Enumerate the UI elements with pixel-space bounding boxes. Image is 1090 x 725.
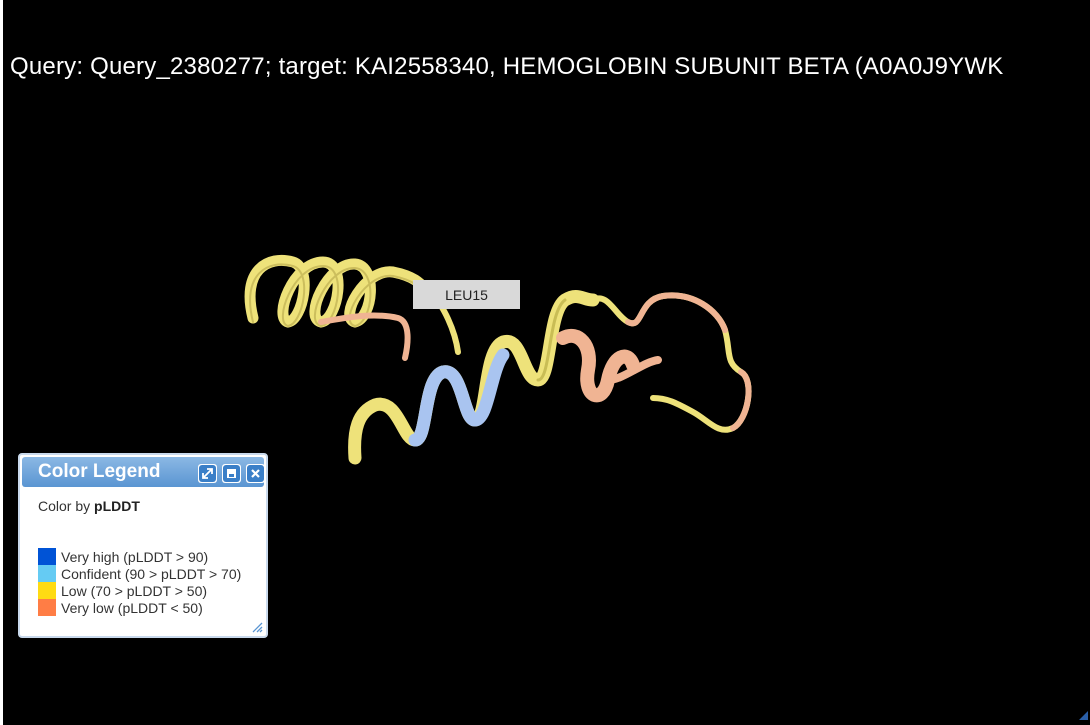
viewer-corner-resize-icon[interactable] xyxy=(1078,710,1088,720)
legend-item-label: Low (70 > pLDDT > 50) xyxy=(61,582,208,599)
color-by-label: Color by pLDDT xyxy=(38,498,140,514)
close-icon[interactable] xyxy=(246,464,265,483)
legend-item-confident: Confident (90 > pLDDT > 70) xyxy=(38,565,241,582)
minimize-icon[interactable] xyxy=(222,464,241,483)
legend-swatch xyxy=(38,565,56,582)
legend-item-label: Very high (pLDDT > 90) xyxy=(61,548,209,565)
color-by-value: pLDDT xyxy=(94,498,140,514)
expand-icon[interactable] xyxy=(198,464,217,483)
legend-item-label: Confident (90 > pLDDT > 70) xyxy=(61,565,242,582)
right-helix xyxy=(556,329,662,403)
structure-viewer[interactable]: Query: Query_2380277; target: KAI2558340… xyxy=(3,0,1090,725)
legend-item-low: Low (70 > pLDDT > 50) xyxy=(38,582,207,599)
legend-swatch xyxy=(38,582,56,599)
color-legend-panel[interactable]: Color Legend Color by pLDDT Very high (p… xyxy=(18,453,268,638)
legend-item-very-low: Very low (pLDDT < 50) xyxy=(38,599,203,616)
legend-swatch xyxy=(38,599,56,616)
legend-swatch xyxy=(38,548,56,565)
central-helix xyxy=(348,289,600,465)
legend-header[interactable]: Color Legend xyxy=(22,457,265,487)
color-by-prefix: Color by xyxy=(38,498,95,514)
residue-label: LEU15 xyxy=(413,280,520,309)
legend-item-label: Very low (pLDDT < 50) xyxy=(61,599,203,616)
legend-item-very-high: Very high (pLDDT > 90) xyxy=(38,548,208,565)
legend-title: Color Legend xyxy=(38,461,161,482)
resize-grip-icon[interactable] xyxy=(251,621,263,633)
